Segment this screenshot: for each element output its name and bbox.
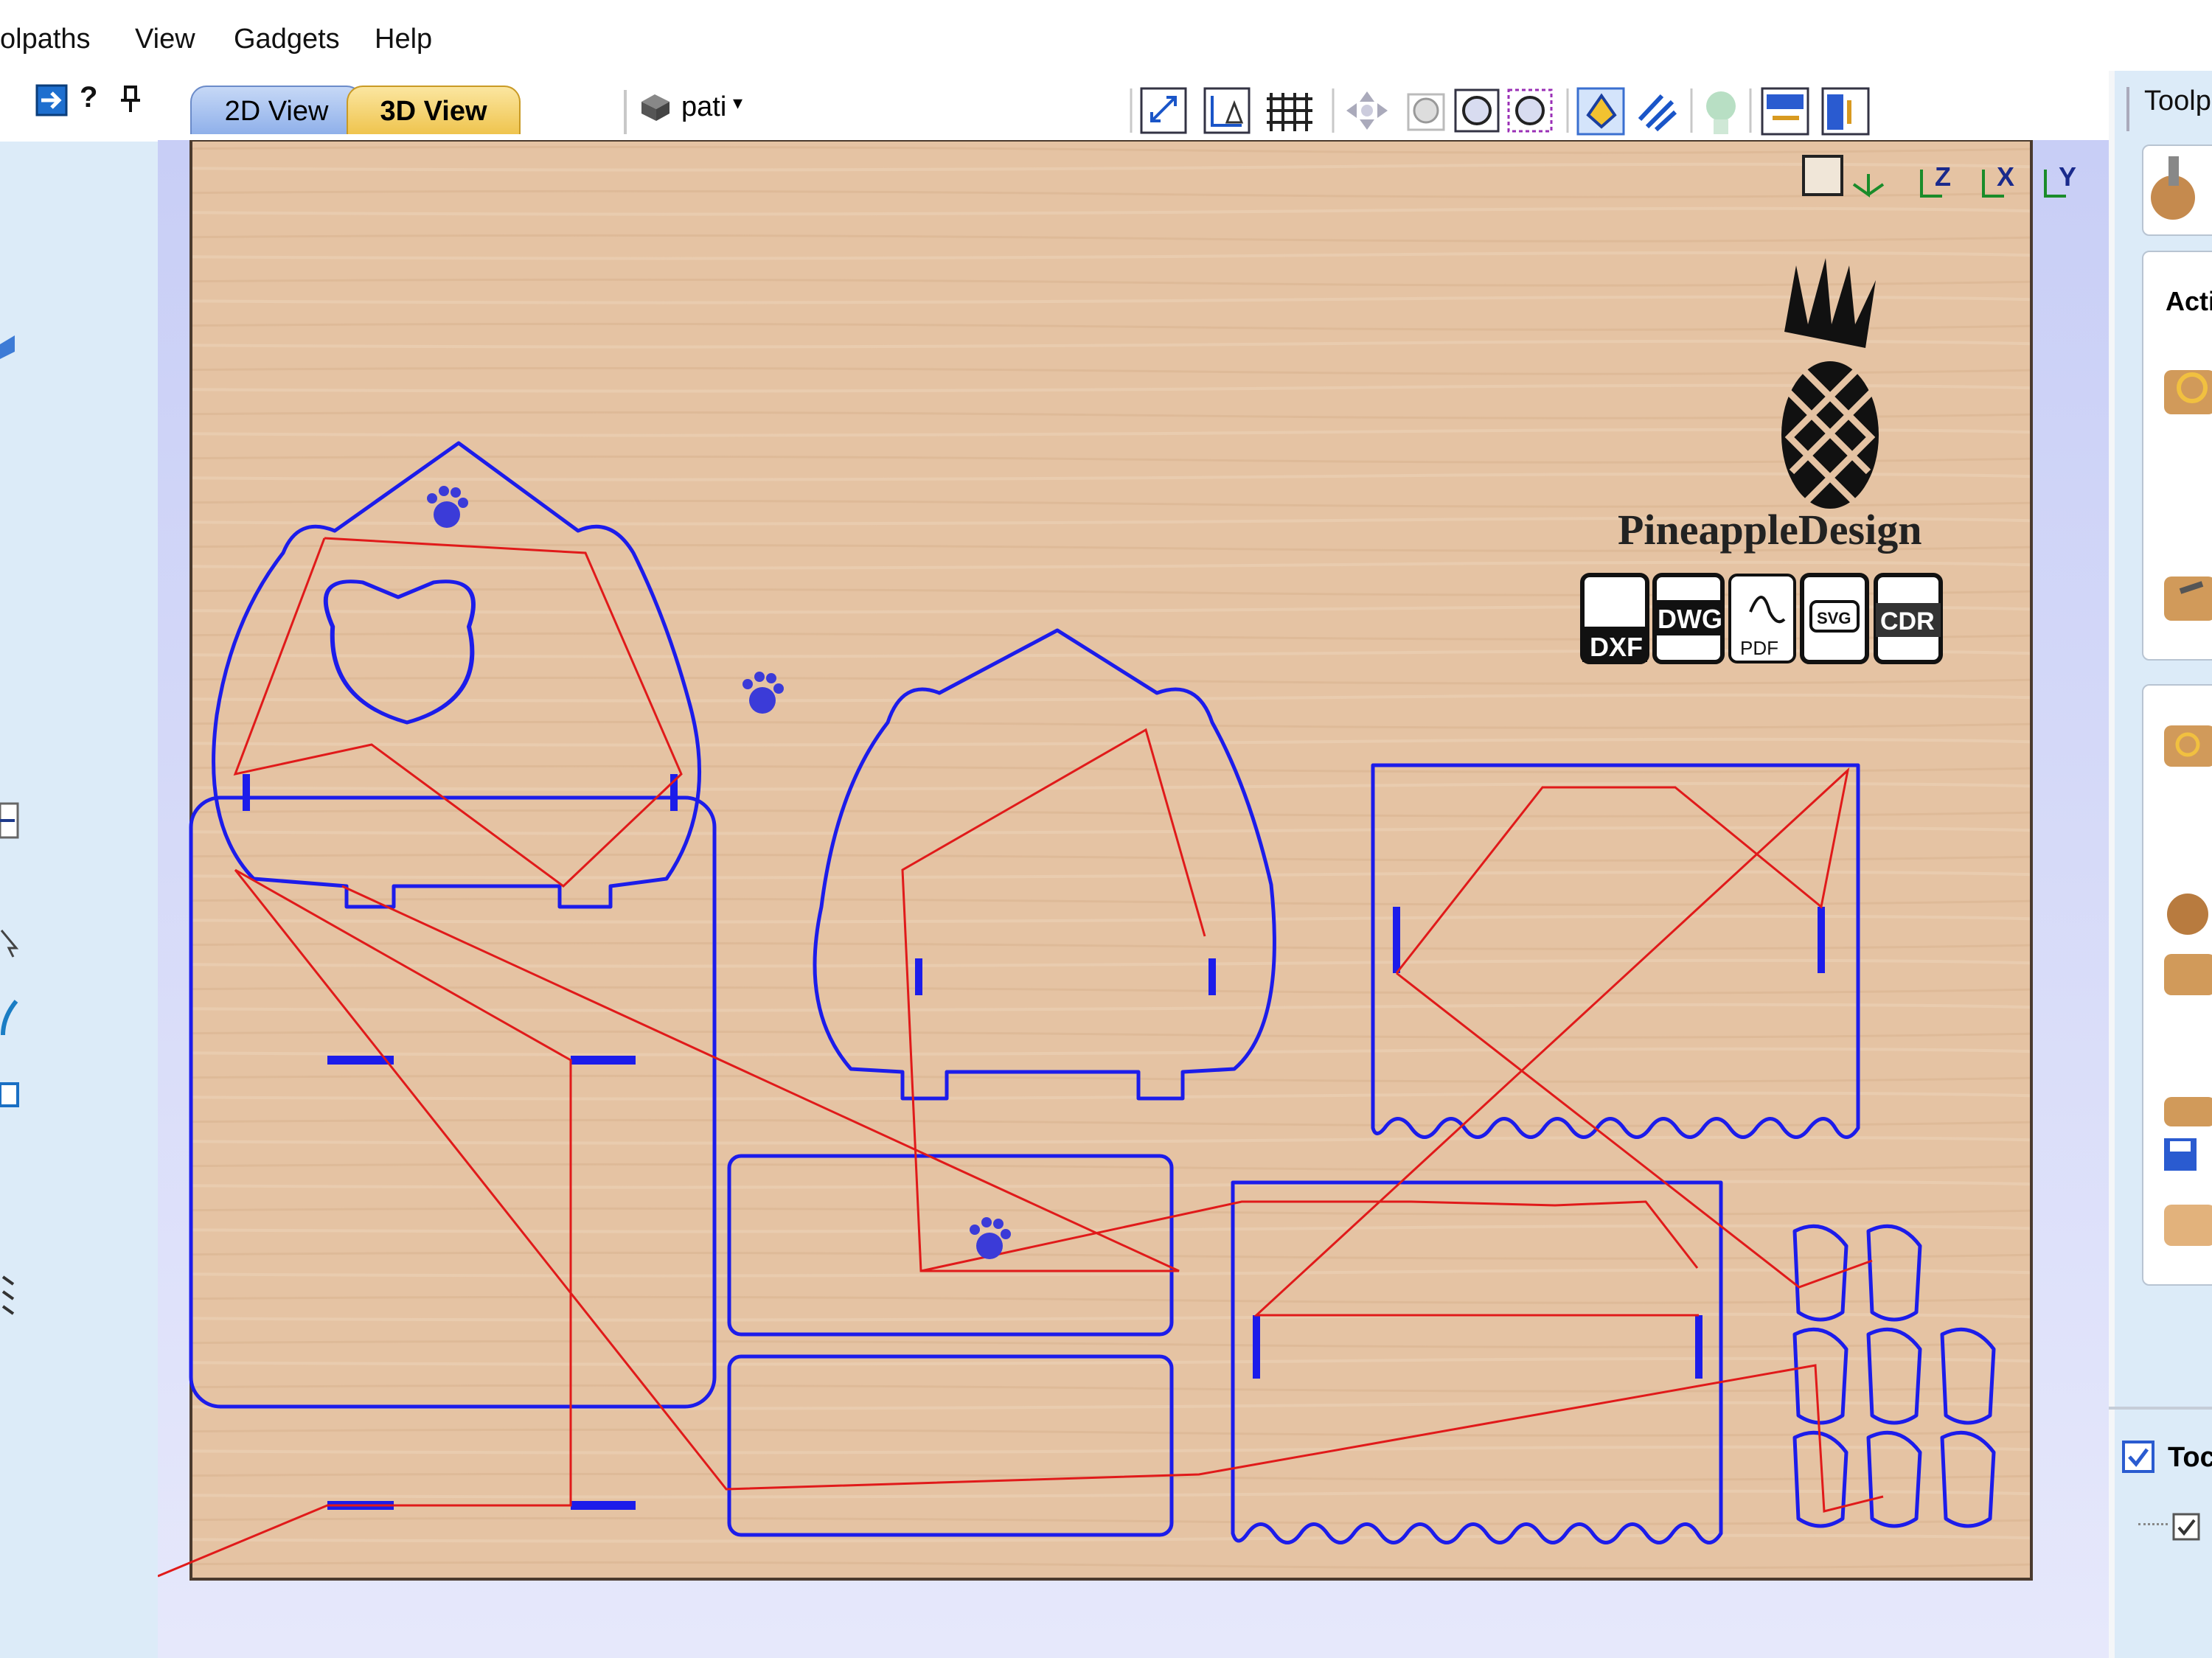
toolpath-summary-card[interactable] xyxy=(2142,144,2212,236)
tab-2d-view-label: 2D View xyxy=(224,96,329,127)
simulate-icon[interactable] xyxy=(1706,91,1736,134)
left-panel: ? xyxy=(0,71,158,1658)
axis-z-label: Z xyxy=(1935,161,1951,192)
profile-toolpath-icon[interactable] xyxy=(2158,355,2212,422)
zoom-box-icon[interactable] xyxy=(1407,93,1445,131)
panel-title: Toolp xyxy=(2144,86,2211,116)
simulate-toolpath-icon[interactable] xyxy=(2158,1194,2212,1253)
toolpath-preview-icon[interactable] xyxy=(1638,94,1677,132)
help-icon[interactable]: ? xyxy=(80,81,97,114)
brush-icon[interactable] xyxy=(0,997,22,1041)
panel-divider xyxy=(2109,1407,2212,1410)
layout-horizontal-icon[interactable] xyxy=(1761,87,1809,136)
brand-name: PineappleDesign xyxy=(1618,506,1922,554)
view-tools xyxy=(1130,87,1870,136)
tab-3d-view-label: 3D View xyxy=(380,96,487,127)
toolbar-separator xyxy=(624,90,627,134)
tab-2d-view[interactable]: 2D View xyxy=(190,86,363,134)
tree-connector xyxy=(2138,1523,2168,1525)
format-cdr: CDR xyxy=(1880,607,1935,635)
grid-icon[interactable] xyxy=(1267,93,1312,131)
vcarve-toolpath-icon[interactable] xyxy=(2158,885,2212,944)
material-canvas[interactable]: Z X Y PineappleDesign DXF DWG PDF SVG CD… xyxy=(158,140,2110,1658)
material-icon xyxy=(641,94,669,121)
pan-icon[interactable] xyxy=(1346,91,1388,130)
auto-hide-icon[interactable] xyxy=(32,80,74,121)
zoom-in-icon[interactable] xyxy=(1454,88,1500,133)
node-edit-icon[interactable] xyxy=(0,798,22,845)
checkbox-small-icon[interactable] xyxy=(2172,1513,2202,1542)
left-panel-body xyxy=(0,142,158,1658)
pointer-icon[interactable] xyxy=(0,926,22,963)
menu-view[interactable]: View xyxy=(135,24,195,55)
pin-icon[interactable] xyxy=(118,84,143,114)
format-pdf: PDF xyxy=(1740,637,1778,659)
stack-icon[interactable] xyxy=(0,330,22,374)
menu-toolpaths[interactable]: olpaths xyxy=(0,24,91,55)
format-dwg: DWG xyxy=(1658,604,1722,634)
fit-view-icon[interactable] xyxy=(1140,87,1187,134)
toolpath-list-card xyxy=(2142,684,2212,1286)
3d-viewport[interactable]: Z X Y PineappleDesign DXF DWG PDF SVG CD… xyxy=(158,140,2110,1658)
format-svg: SVG xyxy=(1817,609,1851,627)
snap-icon[interactable] xyxy=(1576,87,1625,136)
save-toolpath-icon[interactable] xyxy=(2158,1128,2212,1187)
axis-x-label: X xyxy=(1997,161,2014,192)
spacing-icon[interactable] xyxy=(0,1269,22,1328)
menu-bar: olpaths View Gadgets Help xyxy=(0,10,2212,69)
action-card: Acti xyxy=(2142,251,2212,661)
texture-toolpath-icon[interactable] xyxy=(2158,944,2212,1003)
toolpath-label: Toc xyxy=(2168,1442,2212,1473)
window-icon[interactable] xyxy=(0,1078,22,1115)
toolpath-visibility-row[interactable]: Toc xyxy=(2122,1441,2212,1477)
axis-y-label: Y xyxy=(2059,161,2076,192)
plan-view-icon[interactable] xyxy=(1203,87,1251,134)
format-dxf: DXF xyxy=(1590,632,1643,662)
tab-3d-view[interactable]: 3D View xyxy=(347,86,521,134)
layout-vertical-icon[interactable] xyxy=(1821,87,1870,136)
wood-sheet xyxy=(189,140,2033,1581)
material-label: pati xyxy=(681,91,727,122)
fit-icon[interactable] xyxy=(1802,155,1843,196)
checkbox-checked-icon[interactable] xyxy=(2122,1441,2154,1473)
toolpath-tool-icon xyxy=(2151,156,2195,220)
actions-heading: Acti xyxy=(2166,286,2212,316)
drilling-toolpath-icon[interactable] xyxy=(2158,562,2212,628)
panel-grip[interactable] xyxy=(2126,87,2129,131)
menu-gadgets[interactable]: Gadgets xyxy=(234,24,340,55)
zoom-out-icon[interactable] xyxy=(1507,88,1553,133)
pocket-toolpath-icon[interactable] xyxy=(2158,715,2212,774)
chevron-down-icon: ▾ xyxy=(733,91,743,114)
menu-help[interactable]: Help xyxy=(375,24,432,55)
